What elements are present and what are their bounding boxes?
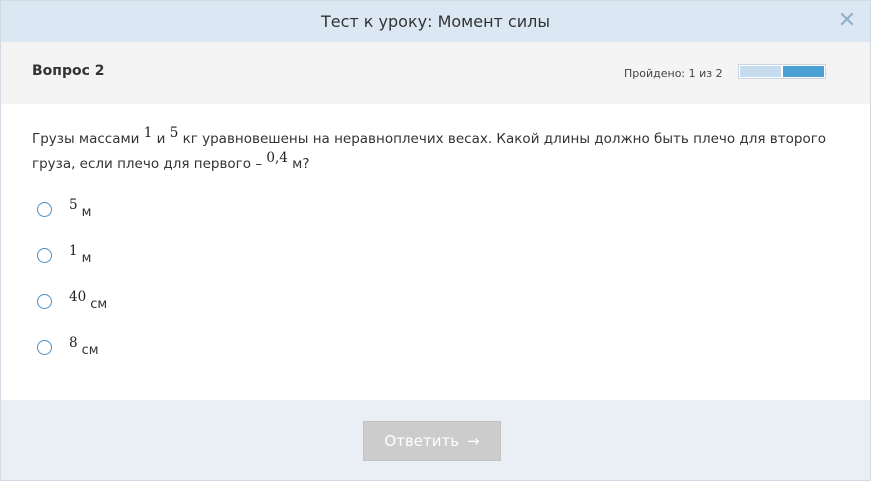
answer-option[interactable]: 40 см	[37, 289, 107, 335]
option-value: 40	[69, 289, 87, 305]
option-unit: м	[81, 251, 92, 266]
option-unit: м	[81, 205, 92, 220]
submit-button[interactable]: Ответить →	[363, 421, 501, 461]
modal-footer: Ответить →	[1, 400, 870, 480]
progress-bar	[738, 64, 826, 79]
arm-1-value: 0,4	[266, 150, 288, 166]
mass-1-value: 1	[143, 125, 153, 141]
radio-button[interactable]	[37, 202, 52, 217]
radio-button[interactable]	[37, 294, 52, 309]
question-number: Вопрос 2	[32, 63, 105, 79]
question-text-part: и	[152, 131, 170, 147]
modal-title: Тест к уроку: Момент силы	[320, 12, 551, 31]
progress-segment-done	[740, 66, 781, 77]
question-text-part: м?	[287, 156, 310, 172]
mass-2-value: 5	[169, 125, 179, 141]
answer-option[interactable]: 5 м	[37, 197, 107, 243]
answer-option[interactable]: 1 м	[37, 243, 107, 289]
test-modal: Тест к уроку: Момент силы ✕ Вопрос 2 Про…	[0, 0, 871, 481]
option-unit: см	[81, 343, 99, 358]
submit-label: Ответить	[384, 432, 460, 450]
option-unit: см	[90, 297, 108, 312]
question-text-part: Грузы массами	[32, 131, 144, 147]
radio-button[interactable]	[37, 340, 52, 355]
question-subheader: Вопрос 2 Пройдено: 1 из 2	[1, 42, 870, 104]
option-value: 5	[69, 197, 78, 213]
option-value: 8	[69, 335, 78, 351]
arrow-right-icon: →	[467, 432, 480, 450]
radio-button[interactable]	[37, 248, 52, 263]
modal-header: Тест к уроку: Момент силы ✕	[1, 1, 870, 42]
progress-segment-current	[783, 66, 824, 77]
option-value: 1	[69, 243, 78, 259]
answer-option[interactable]: 8 см	[37, 335, 107, 381]
answer-options: 5 м 1 м 40 см 8 см	[37, 197, 107, 381]
progress-text: Пройдено: 1 из 2	[624, 67, 723, 80]
close-icon[interactable]: ✕	[836, 10, 858, 32]
question-text: Грузы массами 1 и 5 кг уравновешены на н…	[32, 125, 840, 177]
